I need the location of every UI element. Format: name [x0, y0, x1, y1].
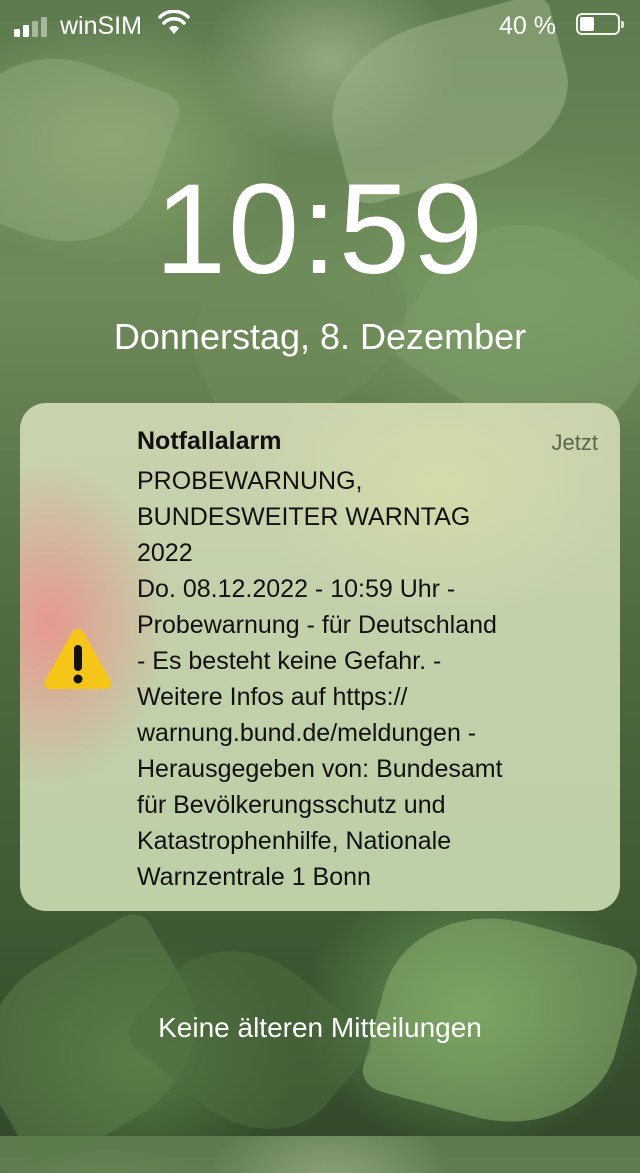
status-bar: winSIM 40 %	[0, 0, 640, 50]
battery-icon	[576, 13, 624, 35]
lock-screen-clock: 10:59	[154, 158, 486, 301]
cellular-signal-icon	[14, 17, 47, 37]
notification-title: Notfallalarm	[137, 427, 282, 455]
notification-body: PROBEWARNUNG, BUNDESWEITER WARNTAG 2022 …	[137, 467, 503, 891]
battery-percent: 40 %	[499, 12, 556, 40]
warning-triangle-icon	[44, 629, 112, 689]
wifi-icon	[158, 10, 190, 34]
lock-screen-date: Donnerstag, 8. Dezember	[113, 316, 527, 357]
emergency-alert-notification[interactable]: Notfallalarm Jetzt PROBEWARNUNG, BUNDESW…	[20, 403, 620, 911]
notification-time: Jetzt	[551, 430, 598, 455]
carrier-label: winSIM	[60, 12, 142, 40]
no-older-notifications-label: Keine älteren Mitteilungen	[158, 1012, 482, 1043]
